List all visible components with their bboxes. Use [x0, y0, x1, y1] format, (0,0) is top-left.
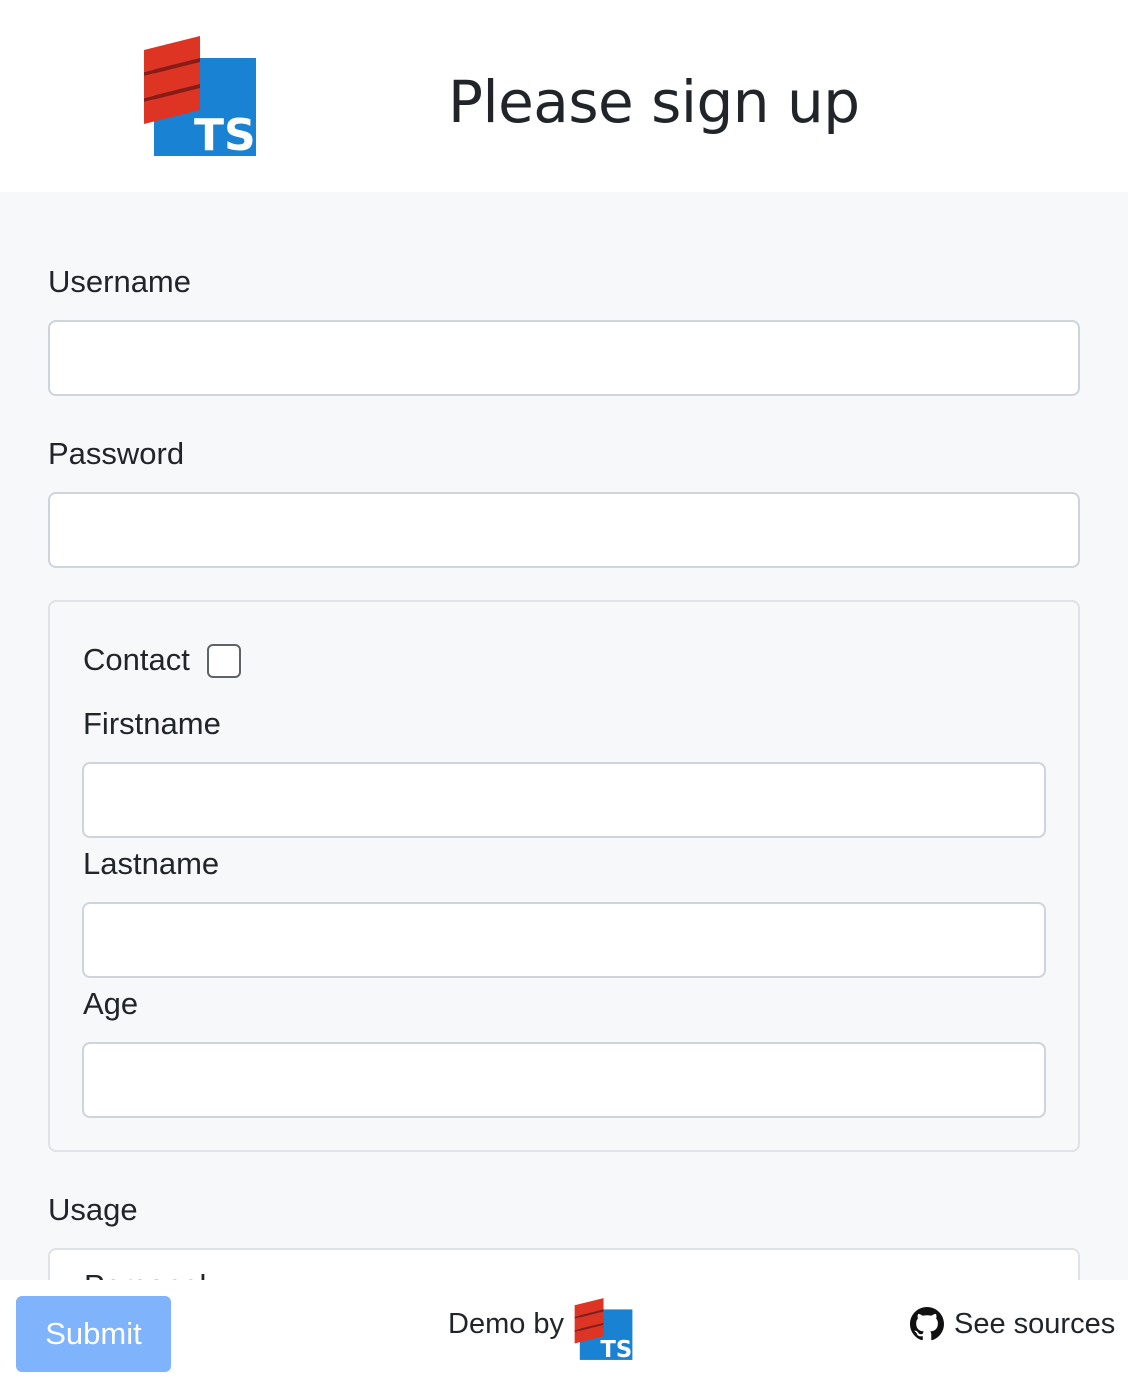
contact-fieldset: Contact Firstname Lastname Age: [48, 600, 1080, 1152]
scala-ts-logo-small-icon[interactable]: TS: [572, 1296, 634, 1362]
see-sources-link[interactable]: See sources: [910, 1304, 1115, 1344]
demo-by-text: Demo by: [448, 1308, 565, 1340]
firstname-input[interactable]: [82, 762, 1046, 838]
page-title: Please sign up: [448, 68, 860, 136]
scala-ts-logo-icon: TS: [144, 36, 256, 160]
age-label: Age: [83, 986, 139, 1021]
lastname-input[interactable]: [82, 902, 1046, 978]
username-label: Username: [48, 264, 191, 299]
svg-text:TS: TS: [600, 1337, 632, 1362]
contact-checkbox[interactable]: [207, 644, 241, 678]
contact-label: Contact: [83, 642, 190, 677]
firstname-label: Firstname: [83, 706, 221, 741]
see-sources-label: See sources: [954, 1307, 1116, 1340]
age-input[interactable]: [82, 1042, 1046, 1118]
svg-text:TS: TS: [194, 110, 256, 160]
github-icon: [910, 1307, 944, 1341]
usage-label: Usage: [48, 1192, 138, 1227]
usage-option-personal[interactable]: Personal: [84, 1268, 206, 1280]
page-footer: Submit Demo by TS See sources: [0, 1280, 1128, 1392]
password-input[interactable]: [48, 492, 1080, 568]
lastname-label: Lastname: [83, 846, 220, 881]
usage-options[interactable]: Personal: [48, 1248, 1080, 1280]
submit-button[interactable]: Submit: [16, 1296, 171, 1372]
signup-form: Username Password Contact Firstname Last…: [0, 192, 1128, 1280]
page-header: TS Please sign up: [0, 0, 1128, 192]
username-input[interactable]: [48, 320, 1080, 396]
password-label: Password: [48, 436, 185, 471]
